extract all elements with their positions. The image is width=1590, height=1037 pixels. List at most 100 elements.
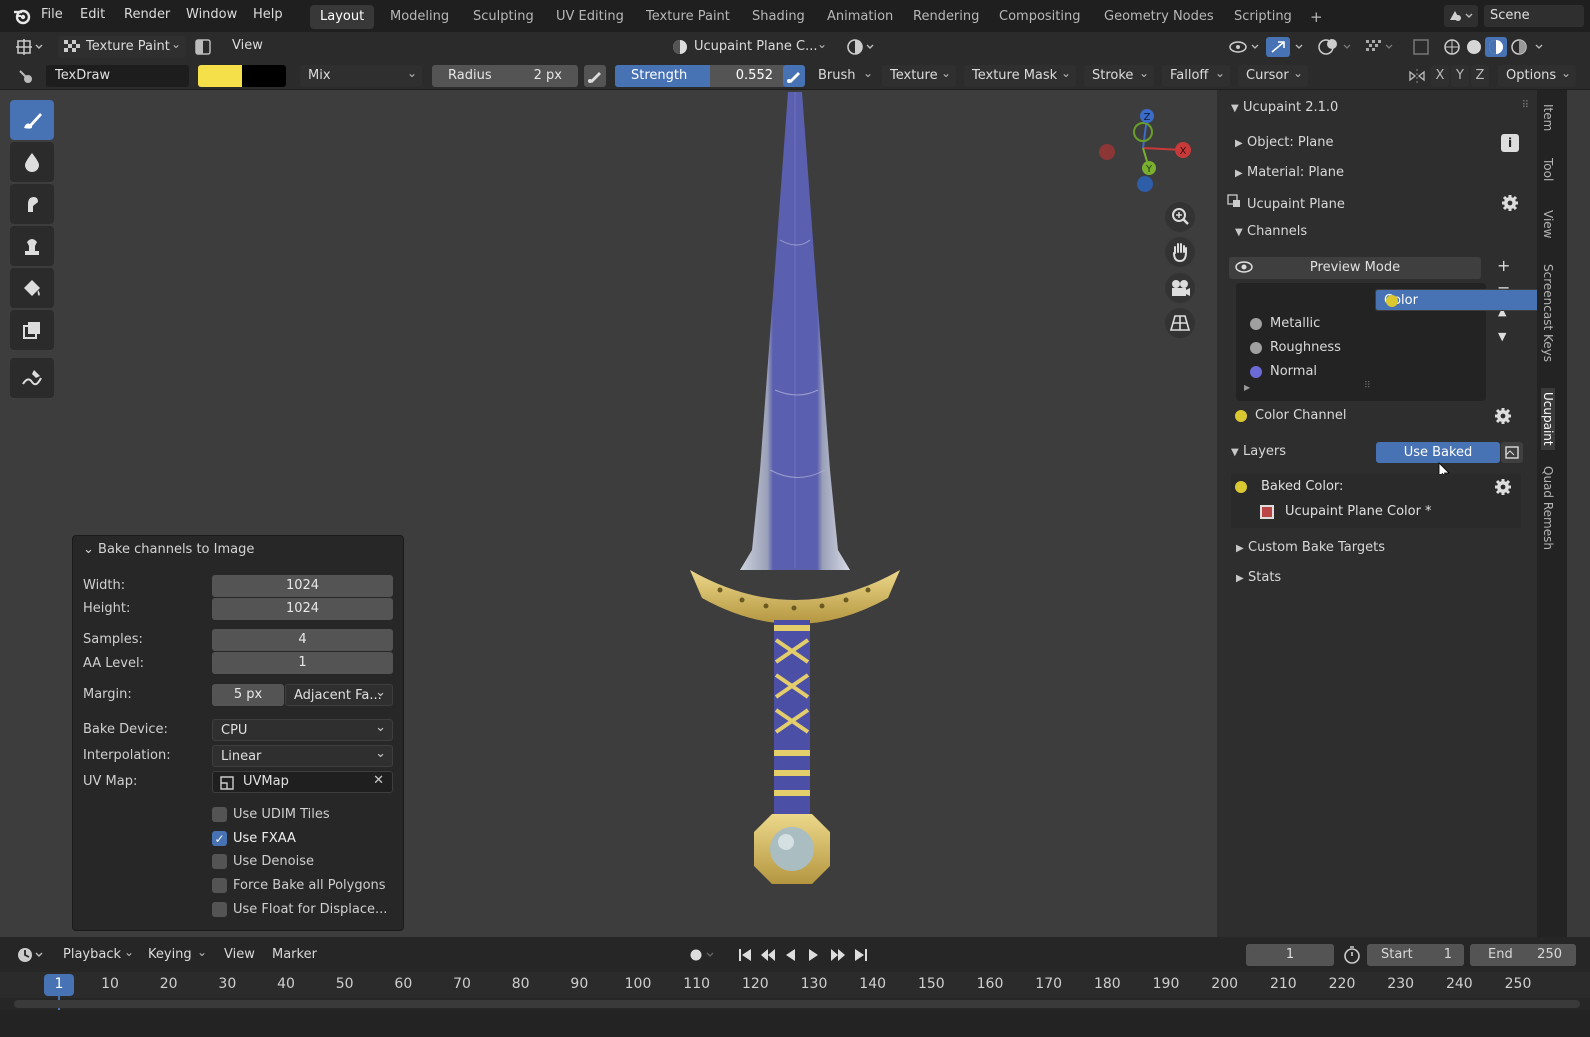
shading-sphere-icon[interactable]: [843, 36, 883, 58]
checkmark-icon[interactable]: ✓: [212, 831, 227, 846]
tab-shading[interactable]: Shading: [742, 5, 815, 29]
list-resize-handle-icon[interactable]: ⠿: [1364, 381, 1371, 391]
play-reverse-icon[interactable]: [786, 949, 795, 961]
uv-map-field[interactable]: UVMap ✕: [212, 771, 393, 793]
playback-menu[interactable]: Playback: [55, 944, 139, 966]
record-icon[interactable]: [686, 944, 726, 966]
falloff-menu[interactable]: Falloff: [1162, 65, 1230, 87]
perspective-grid-icon[interactable]: [1165, 308, 1195, 338]
options-menu[interactable]: Options: [1498, 65, 1576, 87]
info-icon[interactable]: i: [1501, 134, 1519, 152]
view-menu[interactable]: View: [232, 38, 263, 53]
bake-device-dropdown[interactable]: CPU: [212, 717, 393, 741]
brush-menu[interactable]: Brush: [810, 65, 878, 87]
tab-rendering[interactable]: Rendering: [903, 5, 989, 29]
timeline-scrollbar[interactable]: [14, 1000, 1580, 1008]
tab-geometry-nodes[interactable]: Geometry Nodes: [1094, 5, 1224, 29]
drag-handle-icon[interactable]: ⠿: [1522, 100, 1529, 111]
radius-pressure-icon[interactable]: [584, 65, 606, 87]
margin-input[interactable]: 5 px: [212, 684, 284, 706]
radius-field[interactable]: Radius 2 px: [432, 65, 578, 87]
start-frame-field[interactable]: Start 1: [1367, 944, 1464, 966]
timeline-view-menu[interactable]: View: [224, 947, 255, 962]
add-channel-icon[interactable]: +: [1497, 256, 1510, 275]
tab-modeling[interactable]: Modeling: [380, 5, 459, 29]
mode-dropdown[interactable]: Texture Paint: [58, 36, 186, 58]
fill-tool-icon[interactable]: [10, 268, 54, 308]
gear-icon[interactable]: [1501, 194, 1519, 212]
tab-quad-remesh[interactable]: Quad Remesh: [1541, 466, 1555, 550]
tab-ucupaint[interactable]: Ucupaint: [1541, 388, 1555, 450]
expand-list-icon[interactable]: ▶: [1244, 383, 1250, 392]
tab-compositing[interactable]: Compositing: [989, 5, 1091, 29]
ucupaint-node-row[interactable]: Ucupaint Plane: [1227, 194, 1345, 212]
tab-texture-paint[interactable]: Texture Paint: [636, 5, 740, 29]
checkbox-force-bake[interactable]: Force Bake all Polygons: [212, 878, 386, 893]
stroke-menu[interactable]: Stroke: [1084, 65, 1154, 87]
margin-type-dropdown[interactable]: Adjacent Fa...: [285, 682, 393, 706]
checkbox-use-fxaa[interactable]: ✓ Use FXAA: [212, 831, 296, 846]
object-row[interactable]: ▶ Object: Plane: [1235, 135, 1334, 150]
checkbox-box[interactable]: [212, 902, 227, 917]
collapse-chevron-icon[interactable]: ⌄: [83, 542, 98, 557]
menu-help[interactable]: Help: [253, 7, 283, 22]
tab-layout[interactable]: Layout: [310, 5, 375, 29]
menu-window[interactable]: Window: [186, 7, 237, 22]
texture-menu[interactable]: Texture: [882, 65, 956, 87]
tab-view[interactable]: View: [1541, 210, 1555, 238]
blend-mode-dropdown[interactable]: Mix: [300, 65, 422, 87]
checkbox-use-float[interactable]: Use Float for Displace...: [212, 902, 387, 917]
camera-view-icon[interactable]: [1165, 273, 1195, 303]
channel-item-metallic[interactable]: Metallic: [1240, 313, 1480, 335]
editor-type-icon[interactable]: [16, 37, 48, 57]
soften-tool-icon[interactable]: [10, 142, 54, 182]
object-selector-dropdown[interactable]: Ucupaint Plane C...: [666, 36, 832, 58]
checkbox-box[interactable]: [212, 878, 227, 893]
checkbox-box[interactable]: [212, 807, 227, 822]
menu-edit[interactable]: Edit: [80, 7, 105, 22]
navigation-gizmo[interactable]: Z X Y: [1095, 102, 1195, 202]
move-down-icon[interactable]: ▼: [1498, 330, 1506, 343]
samples-input[interactable]: 4: [212, 629, 393, 651]
tab-screencast-keys[interactable]: Screencast Keys: [1541, 264, 1555, 362]
mask-tool-icon[interactable]: [10, 310, 54, 350]
draw-tool-icon[interactable]: [10, 100, 54, 140]
interpolation-dropdown[interactable]: Linear: [212, 743, 393, 767]
preview-mode-button[interactable]: Preview Mode: [1229, 257, 1481, 279]
sword-model[interactable]: [680, 90, 910, 900]
tab-sculpting[interactable]: Sculpting: [463, 5, 544, 29]
secondary-color-swatch[interactable]: [242, 65, 286, 87]
scene-name-field[interactable]: Scene: [1484, 5, 1584, 27]
ucupaint-header[interactable]: ▼ Ucupaint 2.1.0: [1231, 100, 1338, 115]
baked-image-name[interactable]: Ucupaint Plane Color *: [1285, 504, 1432, 519]
next-keyframe-icon[interactable]: [831, 949, 845, 961]
jump-start-icon[interactable]: [739, 949, 751, 961]
gear-icon[interactable]: [1494, 478, 1512, 496]
jump-end-icon[interactable]: [855, 949, 867, 961]
mirror-z-toggle[interactable]: Z: [1471, 65, 1489, 87]
end-frame-field[interactable]: End 250: [1470, 944, 1576, 966]
stats-row[interactable]: ▶ Stats: [1236, 570, 1281, 585]
current-frame-field[interactable]: 1: [1246, 944, 1334, 966]
mirror-y-toggle[interactable]: Y: [1451, 65, 1469, 87]
symmetry-icon[interactable]: [1408, 67, 1426, 85]
prev-keyframe-icon[interactable]: [761, 949, 775, 961]
texture-mask-menu[interactable]: Texture Mask: [964, 65, 1076, 87]
mirror-x-toggle[interactable]: X: [1431, 65, 1449, 87]
blender-logo-icon[interactable]: [12, 6, 32, 26]
custom-bake-targets-row[interactable]: ▶ Custom Bake Targets: [1236, 540, 1385, 555]
checkbox-box[interactable]: [212, 854, 227, 869]
material-row[interactable]: ▶ Material: Plane: [1235, 165, 1344, 180]
color-channel-row[interactable]: Color Channel: [1231, 406, 1521, 428]
menu-file[interactable]: File: [41, 7, 63, 22]
layers-toggle[interactable]: ▼ Layers: [1231, 444, 1286, 459]
keying-menu[interactable]: Keying: [140, 944, 212, 966]
stopwatch-icon[interactable]: [1342, 945, 1362, 965]
smear-tool-icon[interactable]: [10, 184, 54, 224]
tab-animation[interactable]: Animation: [817, 5, 903, 29]
tab-uv-editing[interactable]: UV Editing: [546, 5, 634, 29]
play-icon[interactable]: [809, 949, 818, 961]
channel-item-normal[interactable]: Normal: [1240, 361, 1480, 383]
channel-item-roughness[interactable]: Roughness: [1240, 337, 1480, 359]
scene-selector-icon[interactable]: [1444, 5, 1478, 27]
